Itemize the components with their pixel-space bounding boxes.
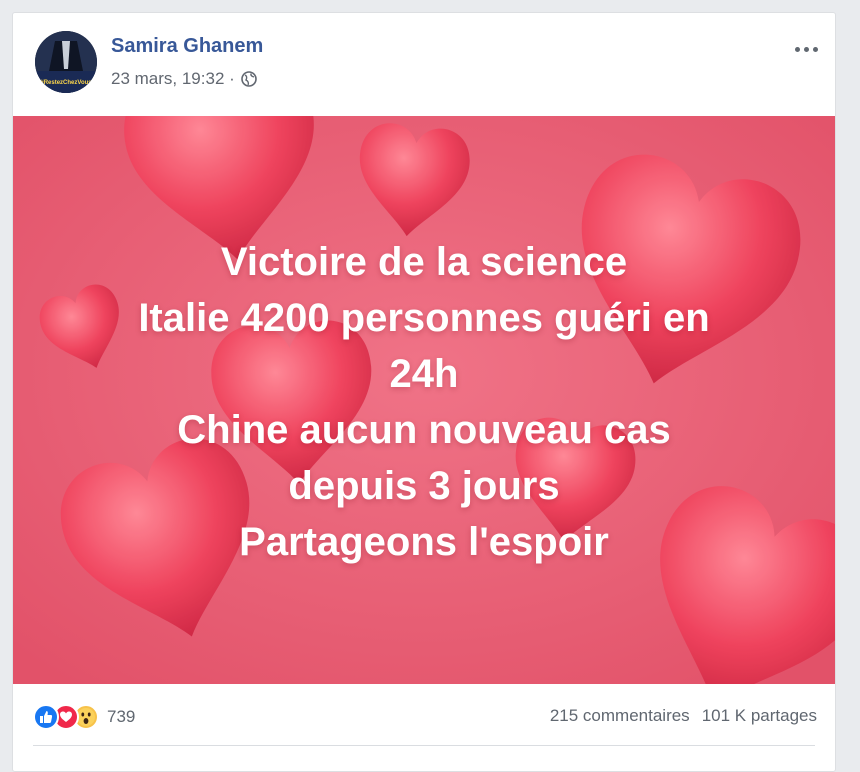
avatar[interactable]: #RestezChezVous <box>35 31 97 93</box>
thumbs-up-glyph <box>40 711 53 723</box>
heart-glyph <box>60 711 72 722</box>
footer-divider <box>33 745 815 746</box>
shares-count[interactable]: 101 K partages <box>702 706 817 726</box>
author-name[interactable]: Samira Ghanem <box>111 35 263 58</box>
more-dot <box>812 46 818 52</box>
post-stats: 215 commentaires 101 K partages <box>550 706 817 726</box>
avatar-badge-text: #RestezChezVous <box>40 80 92 86</box>
image-caption: Victoire de la science Italie 4200 perso… <box>13 234 835 570</box>
caption-line: Chine aucun nouveau cas <box>177 408 671 452</box>
caption-line: Partageons l'espoir <box>239 520 609 564</box>
more-dot <box>794 46 800 52</box>
reactions-summary[interactable]: 739 <box>33 704 135 730</box>
caption-line: Italie 4200 personnes guéri en <box>138 296 710 340</box>
post-footer: 739 215 commentaires 101 K partages <box>13 684 835 754</box>
wow-face-glyph <box>77 708 95 726</box>
post-meta: 23 mars, 19:32 · <box>111 69 257 89</box>
post-image[interactable]: Victoire de la science Italie 4200 perso… <box>13 116 835 684</box>
more-options-icon[interactable] <box>791 41 821 57</box>
post-timestamp[interactable]: 23 mars, 19:32 · <box>111 69 235 89</box>
caption-line: depuis 3 jours <box>288 464 560 508</box>
post-header: #RestezChezVous Samira Ghanem 23 mars, 1… <box>13 13 835 116</box>
more-dot <box>803 46 809 52</box>
caption-line: 24h <box>389 352 459 396</box>
reactions-count[interactable]: 739 <box>107 707 135 727</box>
like-icon[interactable] <box>33 704 59 730</box>
comments-count[interactable]: 215 commentaires <box>550 706 690 726</box>
caption-line: Victoire de la science <box>220 240 628 284</box>
globe-icon[interactable] <box>240 71 257 87</box>
post-card: #RestezChezVous Samira Ghanem 23 mars, 1… <box>12 12 836 772</box>
